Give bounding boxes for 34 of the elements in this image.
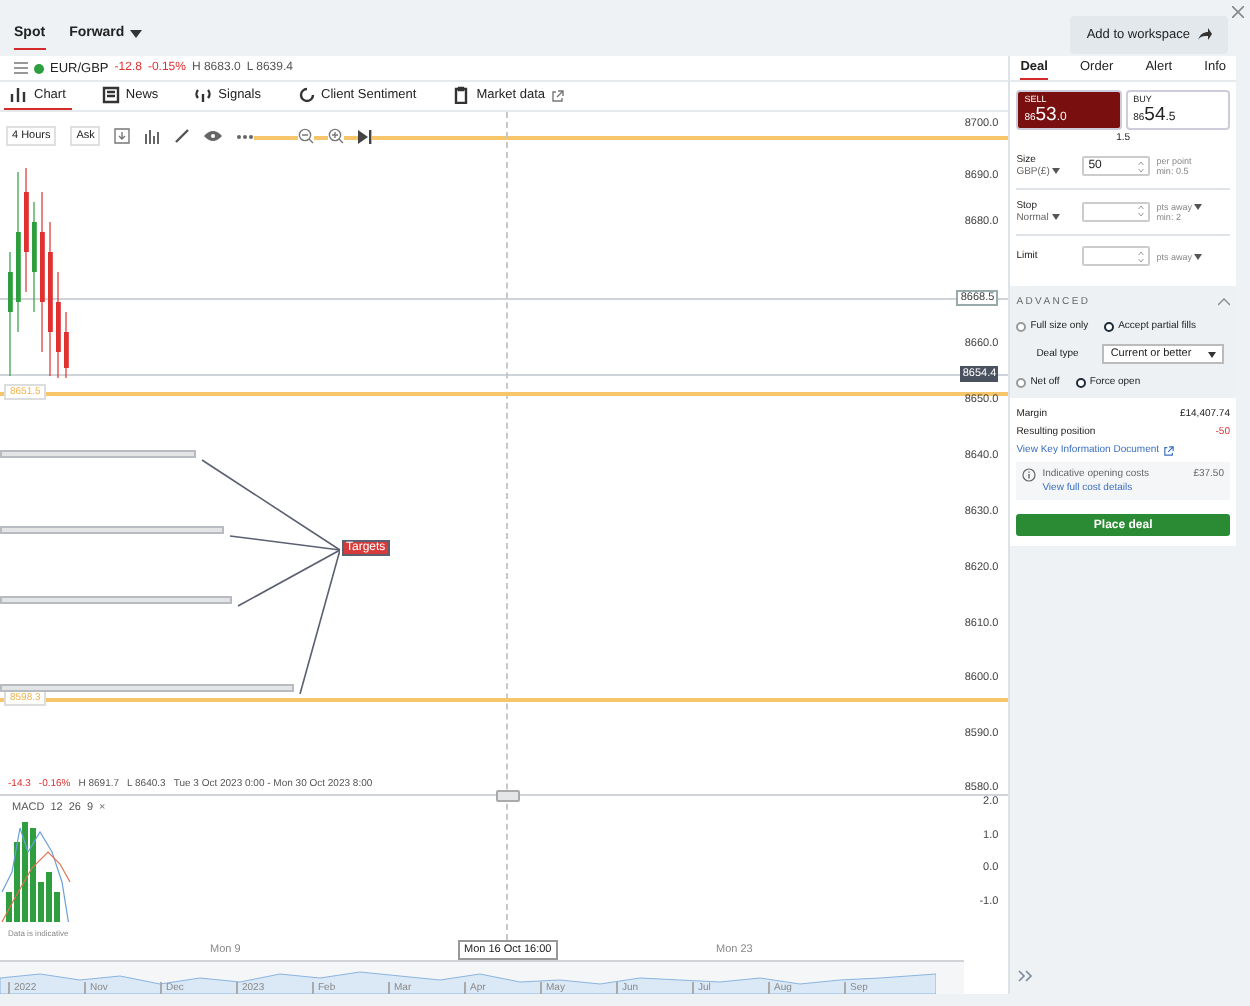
close-icon: [1232, 6, 1244, 18]
zoom-in-icon[interactable]: [328, 128, 345, 144]
caret-icon: [1052, 168, 1061, 174]
clipboard-icon: [452, 86, 471, 104]
close-button[interactable]: [1230, 4, 1246, 20]
caret-icon: [1051, 213, 1060, 220]
more-icon[interactable]: [236, 133, 255, 139]
zoom-out-icon[interactable]: [298, 128, 315, 144]
pane-resize-handle[interactable]: [496, 790, 520, 802]
stop-field[interactable]: [1082, 201, 1151, 222]
share-arrow-icon: [1198, 28, 1212, 40]
status-dot: [34, 63, 44, 73]
radio-button[interactable]: [1016, 321, 1027, 332]
radio-button[interactable]: [1104, 321, 1115, 332]
skip-to-end-icon[interactable]: [358, 129, 373, 143]
expand-icon[interactable]: [1018, 970, 1035, 982]
external-link-icon: [1163, 445, 1174, 456]
stepper-icon[interactable]: [1138, 159, 1145, 173]
stepper-icon[interactable]: [1138, 204, 1145, 219]
bar-chart-icon: [10, 86, 28, 104]
caret-icon: [1194, 253, 1203, 260]
eye-icon[interactable]: [204, 130, 223, 142]
info-icon: [1022, 468, 1037, 483]
caret-icon: [1207, 351, 1216, 358]
stepper-icon[interactable]: [1138, 249, 1145, 264]
newspaper-icon: [101, 86, 120, 104]
chevron-up-icon[interactable]: [1218, 298, 1230, 307]
radio-button[interactable]: [1075, 377, 1086, 388]
menu-icon[interactable]: [14, 62, 28, 74]
radio-button[interactable]: [1016, 377, 1027, 388]
caret-icon: [1194, 203, 1203, 210]
signal-icon: [194, 86, 213, 104]
download-icon[interactable]: [114, 128, 131, 144]
limit-field[interactable]: [1082, 246, 1151, 267]
